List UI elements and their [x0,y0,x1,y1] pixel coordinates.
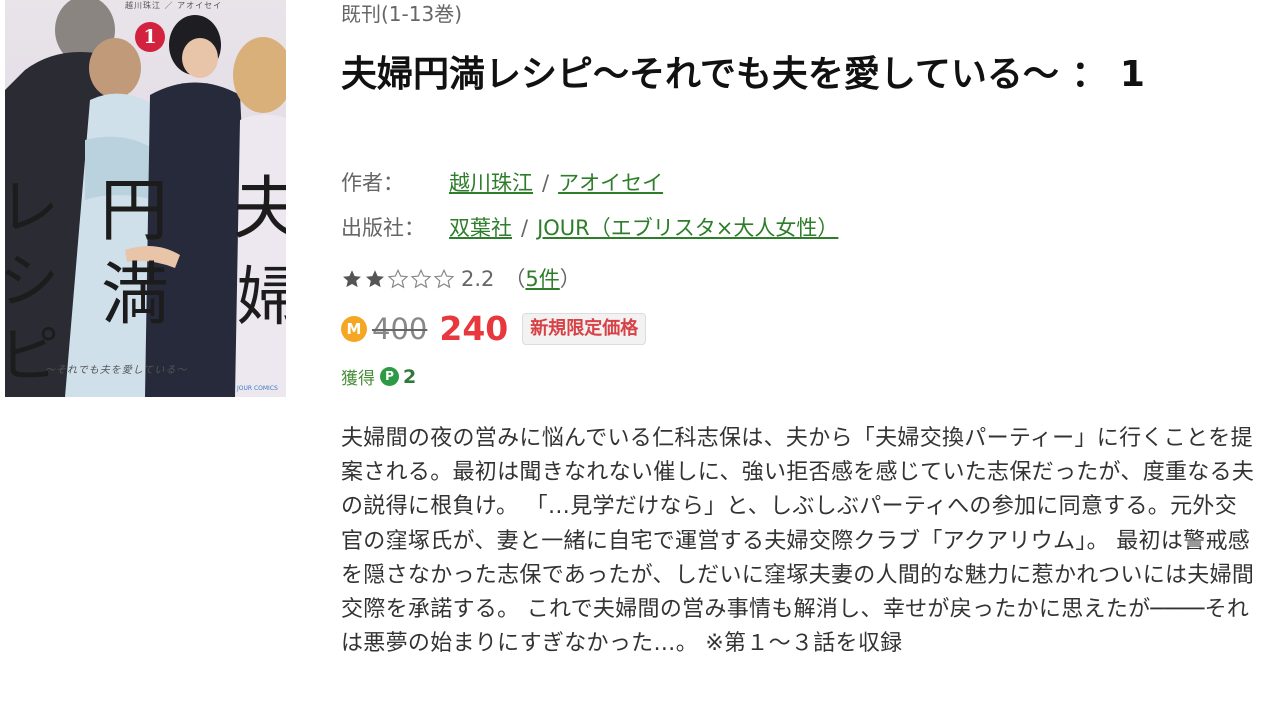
author-label: 作者： [341,171,404,195]
author-row: 作者： 越川珠江 / アオイセイ [341,168,663,198]
limited-price-badge: 新規限定価格 [522,312,647,345]
point-icon: P [380,367,399,386]
star-filled-icon [343,270,361,288]
separator: / [542,171,550,195]
review-count-link[interactable]: 5件 [525,264,559,294]
cover-title-char: シ [5,247,59,317]
cover-title-char: レ [5,173,59,243]
price-row: M 400 240 新規限定価格 [341,309,647,348]
star-empty-icon [433,268,455,289]
cover-title-char: 円 [100,172,169,251]
author-link[interactable]: アオイセイ [558,171,663,195]
star-empty-icon [387,268,409,289]
star-empty-icon [410,268,432,289]
series-status: 既刊(1-13巻) [341,2,462,26]
cover-title-char: ピ [5,321,59,391]
cover-title-char: 満 [101,256,170,335]
sale-price: 240 [439,309,509,348]
cover-title-char: 婦 [237,261,286,335]
book-detail-page: 越川珠江 ／ アオイセイ 1 レ シ ピ 円 満 夫 婦 〜それでも夫を愛してい… [0,0,1263,707]
coin-icon: M [341,315,367,342]
cover-publisher-label: JOUR COMICS [237,385,278,392]
star-filled-icon [366,270,384,288]
cover-title-char: 夫 [233,170,286,249]
rating-stars [341,268,455,290]
book-title: 夫婦円満レシピ〜それでも夫を愛している〜 ： 1 [341,54,1145,95]
rating-row: 2.2 （5件） [341,264,581,294]
separator: / [521,216,529,240]
points-row: 獲得 P 2 [341,364,417,390]
book-cover-image[interactable]: 越川珠江 ／ アオイセイ 1 レ シ ピ 円 満 夫 婦 〜それでも夫を愛してい… [5,0,286,397]
publisher-row: 出版社： 双葉社 / JOUR（エブリスタ×大人女性） [341,213,838,243]
original-price: 400 [372,311,428,346]
cover-subtitle: 〜それでも夫を愛している〜 [45,365,188,376]
book-description: 夫婦間の夜の営みに悩んでいる仁科志保は、夫から「夫婦交換パーティー」に行くことを… [341,426,1255,657]
cover-volume-number: 1 [135,22,165,52]
cover-author-strip: 越川珠江 ／ アオイセイ [125,1,223,10]
publisher-label: 出版社： [341,216,425,240]
publisher-link[interactable]: 双葉社 [449,216,512,240]
rating-count-open: （ [504,267,526,291]
points-value: 2 [403,365,417,388]
author-link[interactable]: 越川珠江 [449,171,533,195]
points-label: 獲得 [341,369,375,389]
publisher-link[interactable]: JOUR（エブリスタ×大人女性） [537,216,838,240]
rating-count-close: ） [559,267,581,291]
rating-value: 2.2 [461,267,495,291]
